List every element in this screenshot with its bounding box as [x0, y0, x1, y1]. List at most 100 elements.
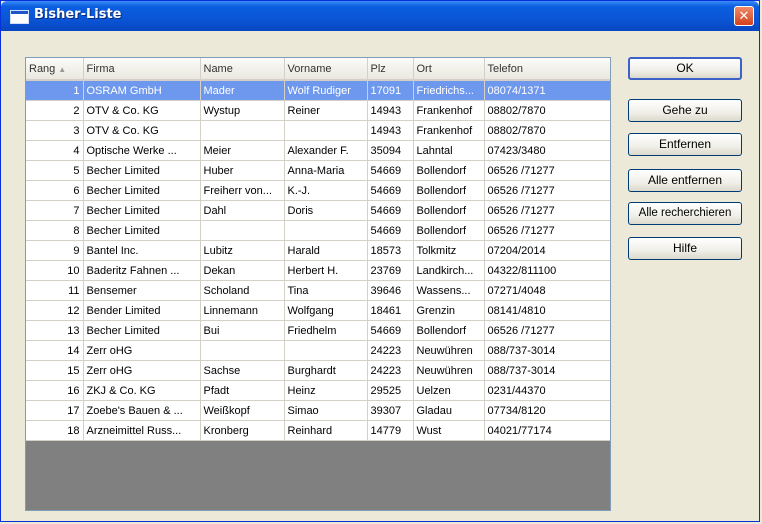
title-bar[interactable]: Bisher-Liste ✕	[1, 1, 759, 31]
cell-name: Weißkopf	[200, 400, 285, 421]
cell-rang: 13	[26, 320, 84, 341]
cell-telefon: 088/737-3014	[484, 360, 610, 381]
table-row[interactable]: 9 Bantel Inc. Lubitz Harald 18573 Tolkmitz 072…	[26, 240, 610, 261]
remove-button[interactable]: Entfernen	[628, 133, 742, 156]
cell-firma: Arzneimittel Russ...	[83, 420, 201, 441]
cell-telefon: 06526 /71277	[484, 220, 610, 241]
cell-name: Scholand	[200, 280, 285, 301]
cell-firma: Zoebe's Bauen & ...	[83, 400, 201, 421]
cell-firma: Optische Werke ...	[83, 140, 201, 161]
bisher-liste-dialog: Bisher-Liste ✕ Rang ▲ Firma Name Vorname …	[0, 0, 760, 522]
cell-firma: OSRAM GmbH	[83, 80, 201, 101]
table-row[interactable]: 11 Bensemer Scholand Tina 39646 Wassens... 072…	[26, 280, 610, 301]
table-row[interactable]: 12 Bender Limited Linnemann Wolfgang 18461 Gr…	[26, 300, 610, 321]
cell-rang: 4	[26, 140, 84, 161]
remove-all-button[interactable]: Alle entfernen	[628, 169, 742, 192]
table-row[interactable]: 8 Becher Limited 54669 Bollendorf 06526 /712…	[26, 220, 610, 241]
cell-ort: Friedrichs...	[413, 80, 485, 101]
cell-telefon: 04322/811100	[484, 260, 610, 281]
column-header-telefon[interactable]: Telefon	[484, 58, 610, 81]
cell-name: Bui	[200, 320, 285, 341]
cell-firma: Bensemer	[83, 280, 201, 301]
table-row[interactable]: 18 Arzneimittel Russ... Kronberg Reinhard 14…	[26, 420, 610, 441]
cell-rang: 12	[26, 300, 84, 321]
cell-vorname: Simao	[284, 400, 368, 421]
cell-telefon: 06526 /71277	[484, 180, 610, 201]
cell-firma: Becher Limited	[83, 180, 201, 201]
cell-telefon: 08802/7870	[484, 100, 610, 121]
column-header-name[interactable]: Name	[200, 58, 285, 81]
cell-name	[200, 120, 285, 141]
table-body: 1 OSRAM GmbH Mader Wolf Rudiger 17091 Friedri…	[26, 80, 610, 441]
cell-telefon: 08802/7870	[484, 120, 610, 141]
cell-ort: Bollendorf	[413, 160, 485, 181]
table-row[interactable]: 15 Zerr oHG Sachse Burghardt 24223 Neuwühren 0…	[26, 360, 610, 381]
table-row[interactable]: 10 Baderitz Fahnen ... Dekan Herbert H. 2376…	[26, 260, 610, 281]
cell-vorname	[284, 220, 368, 241]
close-button[interactable]: ✕	[734, 6, 754, 26]
column-header-plz[interactable]: Plz	[367, 58, 414, 81]
cell-name: Dekan	[200, 260, 285, 281]
cell-firma: ZKJ & Co. KG	[83, 380, 201, 401]
cell-plz: 39307	[367, 400, 414, 421]
cell-vorname	[284, 120, 368, 141]
cell-plz: 24223	[367, 340, 414, 361]
cell-rang: 7	[26, 200, 84, 221]
cell-rang: 9	[26, 240, 84, 261]
cell-ort: Tolkmitz	[413, 240, 485, 261]
cell-firma: Bender Limited	[83, 300, 201, 321]
cell-rang: 5	[26, 160, 84, 181]
cell-name: Wystup	[200, 100, 285, 121]
cell-rang: 16	[26, 380, 84, 401]
cell-telefon: 07271/4048	[484, 280, 610, 301]
cell-ort: Uelzen	[413, 380, 485, 401]
cell-name: Meier	[200, 140, 285, 161]
cell-vorname: Tina	[284, 280, 368, 301]
cell-ort: Bollendorf	[413, 220, 485, 241]
cell-plz: 39646	[367, 280, 414, 301]
cell-telefon: 06526 /71277	[484, 160, 610, 181]
table-row[interactable]: 7 Becher Limited Dahl Doris 54669 Bollendorf 0…	[26, 200, 610, 221]
help-button[interactable]: Hilfe	[628, 237, 742, 260]
cell-plz: 17091	[367, 80, 414, 101]
cell-rang: 6	[26, 180, 84, 201]
cell-firma: OTV & Co. KG	[83, 100, 201, 121]
table-row[interactable]: 2 OTV & Co. KG Wystup Reiner 14943 Frankenhof…	[26, 100, 610, 121]
cell-ort: Wust	[413, 420, 485, 441]
cell-firma: Bantel Inc.	[83, 240, 201, 261]
cell-firma: Baderitz Fahnen ...	[83, 260, 201, 281]
cell-vorname: Heinz	[284, 380, 368, 401]
cell-name: Freiherr von...	[200, 180, 285, 201]
cell-plz: 14943	[367, 120, 414, 141]
goto-button[interactable]: Gehe zu	[628, 99, 742, 122]
table-row[interactable]: 6 Becher Limited Freiherr von... K.-J. 54669…	[26, 180, 610, 201]
cell-plz: 23769	[367, 260, 414, 281]
table-row[interactable]: 1 OSRAM GmbH Mader Wolf Rudiger 17091 Friedri…	[26, 80, 610, 101]
cell-firma: Zerr oHG	[83, 340, 201, 361]
cell-ort: Gladau	[413, 400, 485, 421]
table-row[interactable]: 13 Becher Limited Bui Friedhelm 54669 Bollend…	[26, 320, 610, 341]
cell-rang: 18	[26, 420, 84, 441]
research-all-button[interactable]: Alle recherchieren	[628, 202, 742, 225]
results-grid[interactable]: Rang ▲ Firma Name Vorname Plz Ort Telefon…	[25, 57, 611, 511]
cell-firma: Becher Limited	[83, 320, 201, 341]
cell-name: Kronberg	[200, 420, 285, 441]
table-row[interactable]: 17 Zoebe's Bauen & ... Weißkopf Simao 39307 G…	[26, 400, 610, 421]
cell-firma: Zerr oHG	[83, 360, 201, 381]
ok-button[interactable]: OK	[628, 57, 742, 80]
column-header-firma[interactable]: Firma	[83, 58, 201, 81]
table-row[interactable]: 14 Zerr oHG 24223 Neuwühren 088/737-3014	[26, 340, 610, 361]
column-header-vorname[interactable]: Vorname	[284, 58, 368, 81]
cell-plz: 29525	[367, 380, 414, 401]
cell-vorname: Harald	[284, 240, 368, 261]
table-row[interactable]: 16 ZKJ & Co. KG Pfadt Heinz 29525 Uelzen 0231/…	[26, 380, 610, 401]
cell-vorname	[284, 340, 368, 361]
cell-plz: 18461	[367, 300, 414, 321]
table-row[interactable]: 3 OTV & Co. KG 14943 Frankenhof 08802/7870	[26, 120, 610, 141]
cell-name: Huber	[200, 160, 285, 181]
cell-ort: Landkirch...	[413, 260, 485, 281]
column-header-ort[interactable]: Ort	[413, 58, 485, 81]
column-header-rang[interactable]: Rang ▲	[26, 58, 84, 81]
table-row[interactable]: 4 Optische Werke ... Meier Alexander F. 3509…	[26, 140, 610, 161]
table-row[interactable]: 5 Becher Limited Huber Anna-Maria 54669 Bolle…	[26, 160, 610, 181]
